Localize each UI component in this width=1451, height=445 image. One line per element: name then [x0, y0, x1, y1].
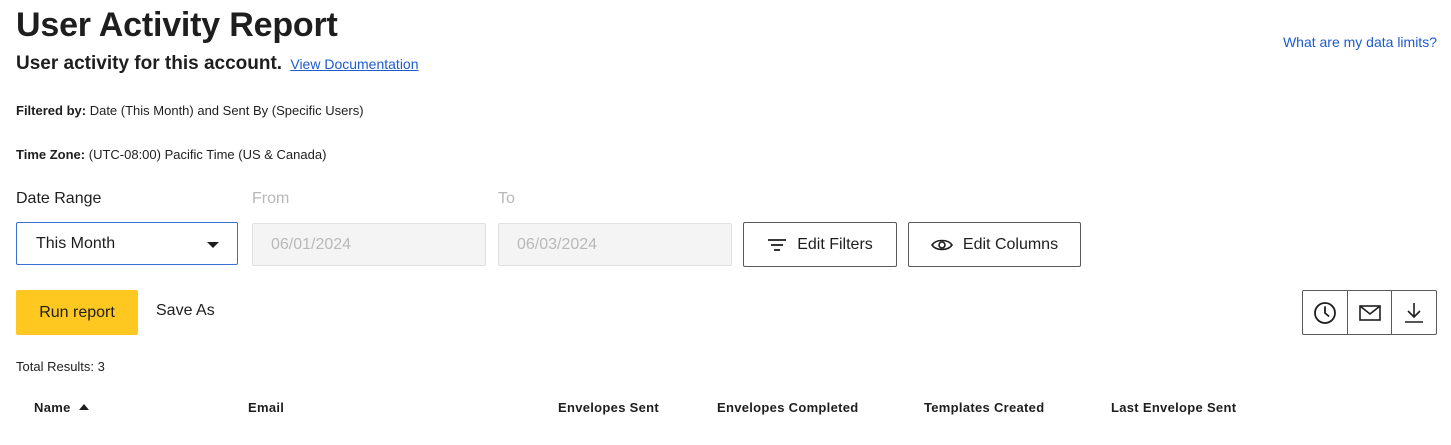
clock-icon — [1313, 301, 1336, 324]
view-documentation-link[interactable]: View Documentation — [290, 56, 418, 72]
to-label: To — [498, 190, 515, 207]
schedule-button[interactable] — [1303, 291, 1348, 334]
column-header-last-envelope-sent[interactable]: Last Envelope Sent — [1111, 400, 1236, 415]
total-results: Total Results: 3 — [16, 359, 105, 374]
filtered-by-label: Filtered by: — [16, 103, 87, 118]
edit-filters-label: Edit Filters — [797, 235, 873, 253]
save-as-button[interactable]: Save As — [156, 302, 215, 320]
edit-columns-button[interactable]: Edit Columns — [908, 222, 1081, 267]
date-range-selected-value: This Month — [36, 235, 116, 252]
email-button[interactable] — [1348, 291, 1393, 334]
filter-lines-icon — [768, 238, 787, 251]
filtered-by-line: Filtered by: Date (This Month) and Sent … — [16, 103, 364, 118]
timezone-line: Time Zone: (UTC-08:00) Pacific Time (US … — [16, 147, 326, 162]
date-range-select[interactable]: This Month — [16, 222, 238, 265]
sort-ascending-icon — [78, 404, 89, 410]
column-header-envelopes-sent[interactable]: Envelopes Sent — [558, 400, 659, 415]
from-date-input — [253, 224, 485, 265]
filtered-by-value: Date (This Month) and Sent By (Specific … — [89, 103, 364, 118]
edit-columns-label: Edit Columns — [962, 235, 1059, 253]
run-report-button[interactable]: Run report — [16, 290, 138, 335]
page-subtitle: User activity for this account. View Doc… — [16, 53, 419, 75]
data-limits-link[interactable]: What are my data limits? — [1283, 34, 1437, 50]
download-button[interactable] — [1392, 291, 1436, 334]
eye-icon — [930, 239, 953, 250]
column-header-name[interactable]: Name — [34, 400, 89, 415]
report-actions-group — [1302, 290, 1437, 335]
from-label: From — [252, 190, 290, 207]
date-range-label: Date Range — [16, 190, 102, 207]
column-header-email[interactable]: Email — [248, 400, 284, 415]
timezone-value: (UTC-08:00) Pacific Time (US & Canada) — [88, 147, 327, 162]
chevron-down-icon — [207, 242, 219, 248]
column-header-envelopes-completed[interactable]: Envelopes Completed — [717, 400, 859, 415]
download-icon — [1405, 302, 1424, 323]
timezone-label: Time Zone: — [16, 147, 86, 162]
column-header-templates-created[interactable]: Templates Created — [924, 400, 1044, 415]
page-title: User Activity Report — [16, 6, 338, 44]
from-date-field — [252, 223, 486, 266]
edit-filters-button[interactable]: Edit Filters — [743, 222, 897, 267]
column-header-name-label: Name — [34, 400, 71, 415]
to-date-field — [498, 223, 732, 266]
to-date-input — [499, 224, 731, 265]
subtitle-text: User activity for this account. — [16, 53, 283, 74]
envelope-icon — [1358, 304, 1381, 321]
